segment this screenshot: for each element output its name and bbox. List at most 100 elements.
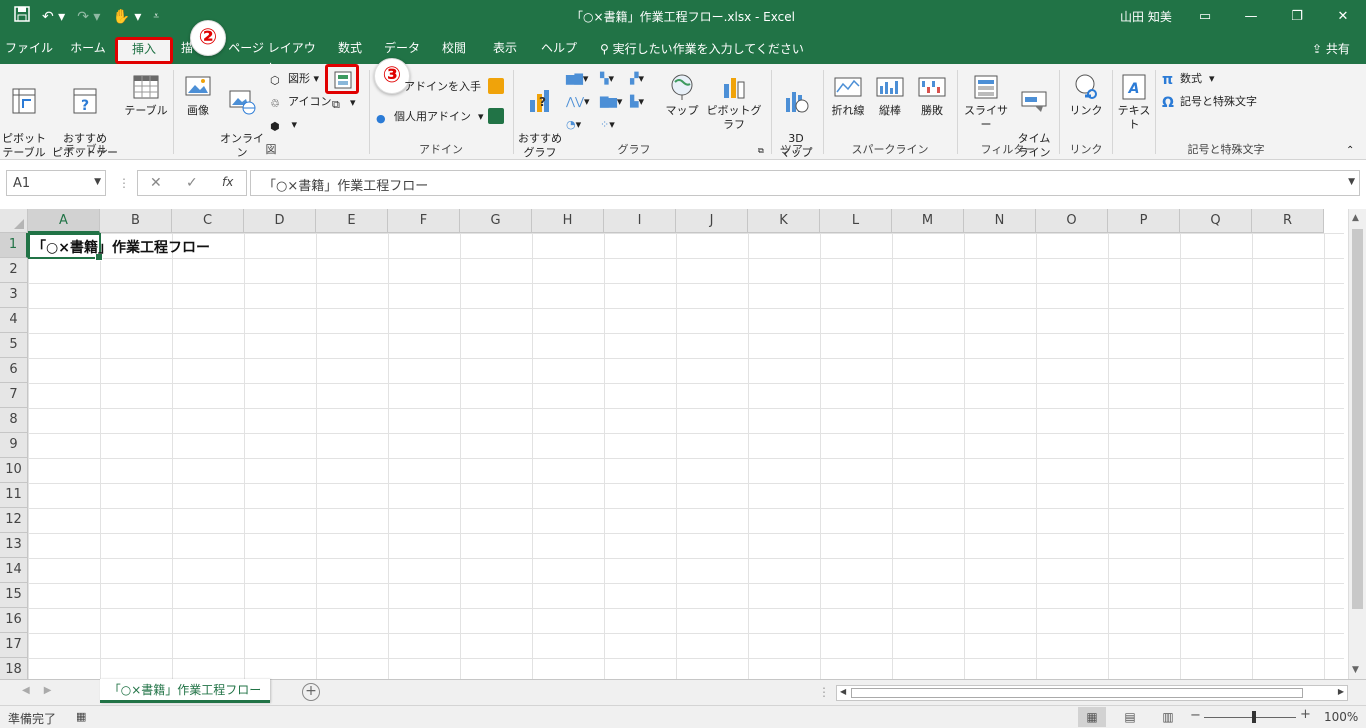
chevron-down-icon[interactable]: ▼ (94, 177, 101, 187)
column-header[interactable]: H (532, 209, 604, 233)
cancel-icon[interactable]: ✕ (150, 175, 162, 191)
name-box[interactable]: A1 ▼ (6, 170, 106, 196)
tab-home[interactable]: ホーム (64, 38, 112, 62)
my-addins-button[interactable]: ● 個人用アドイン ▾ (376, 108, 484, 126)
get-addins-button[interactable]: アドインを入手 (404, 78, 481, 96)
minimize-icon[interactable]: — (1228, 0, 1274, 32)
scatter-chart-button[interactable]: ⁘▾ (600, 116, 615, 134)
tab-file[interactable]: ファイル (4, 38, 54, 62)
close-icon[interactable]: ✕ (1320, 0, 1366, 32)
waterfall-chart-button[interactable]: ▞▾ (630, 70, 644, 88)
icons-button[interactable]: ♲ アイコン (270, 93, 331, 111)
smartart-button[interactable] (325, 64, 359, 94)
symbol-button[interactable]: Ω 記号と特殊文字 (1162, 93, 1257, 111)
sheet-tab-active[interactable]: 「○×書籍」作業工程フロー (100, 679, 270, 703)
tab-page-layout[interactable]: ページ レイアウト (228, 38, 316, 75)
row-header[interactable]: 2 (0, 258, 28, 283)
page-layout-view-icon[interactable]: ▤ (1116, 707, 1144, 727)
row-header[interactable]: 14 (0, 558, 28, 583)
column-header[interactable]: D (244, 209, 316, 233)
shapes-button[interactable]: ⬡ 図形 ▾ (270, 70, 319, 88)
scroll-down-icon[interactable]: ▼ (1352, 665, 1359, 675)
row-header[interactable]: 10 (0, 458, 28, 483)
tab-insert[interactable]: 挿入 (115, 37, 173, 64)
people-graph-icon[interactable] (488, 108, 504, 124)
statistic-chart-button[interactable]: ▇▆▾ (600, 93, 622, 111)
user-name[interactable]: 山田 知美 (1120, 8, 1172, 25)
3d-models-button[interactable]: ⬢ ▾ (270, 116, 297, 134)
column-header[interactable]: I (604, 209, 676, 233)
scroll-right-icon[interactable]: ▶ (1338, 687, 1344, 696)
normal-view-icon[interactable]: ▦ (1078, 707, 1106, 727)
row-header[interactable]: 6 (0, 358, 28, 383)
cell-area[interactable] (28, 233, 1344, 679)
row-header[interactable]: 15 (0, 583, 28, 608)
picture-button[interactable]: 画像 (178, 72, 218, 118)
ribbon-display-options-icon[interactable]: ▭ (1182, 0, 1228, 32)
row-header[interactable]: 8 (0, 408, 28, 433)
online-picture-button[interactable]: オンライン 画像 (218, 72, 266, 174)
pie-chart-button[interactable]: ◔▾ (566, 116, 581, 134)
column-header[interactable]: K (748, 209, 820, 233)
macro-record-icon[interactable]: ▦ (76, 710, 86, 723)
line-chart-button[interactable]: ⋀⋁▾ (566, 93, 590, 111)
insert-function-button[interactable]: fx (222, 175, 233, 189)
row-header[interactable]: 5 (0, 333, 28, 358)
row-header[interactable]: 7 (0, 383, 28, 408)
zoom-slider[interactable]: − + (1190, 707, 1311, 724)
enter-icon[interactable]: ✓ (186, 175, 198, 191)
formula-input[interactable]: 「○×書籍」作業工程フロー ▼ (250, 170, 1360, 196)
column-header[interactable]: G (460, 209, 532, 233)
tell-me-box[interactable]: ⚲ 実行したい作業を入力してください (600, 40, 804, 57)
column-header[interactable]: N (964, 209, 1036, 233)
formula-bar-resize-icon[interactable]: ⋮ (118, 176, 130, 190)
column-header[interactable]: M (892, 209, 964, 233)
sparkline-column-button[interactable]: 縦棒 (870, 72, 910, 118)
column-header[interactable]: O (1036, 209, 1108, 233)
column-header[interactable]: R (1252, 209, 1324, 233)
slicer-button[interactable]: スライサー (960, 72, 1012, 132)
tab-formulas[interactable]: 数式 (330, 38, 370, 62)
scroll-left-icon[interactable]: ◀ (840, 687, 846, 696)
select-all-button[interactable] (0, 209, 28, 233)
column-header[interactable]: B (100, 209, 172, 233)
row-header[interactable]: 18 (0, 658, 28, 679)
zoom-level[interactable]: 100% (1324, 710, 1358, 724)
column-header[interactable]: P (1108, 209, 1180, 233)
scroll-up-icon[interactable]: ▲ (1352, 213, 1359, 223)
share-button[interactable]: ⇪ 共有 (1312, 40, 1350, 57)
column-header[interactable]: J (676, 209, 748, 233)
restore-icon[interactable]: ❐ (1274, 0, 1320, 32)
tab-view[interactable]: 表示 (484, 38, 526, 62)
equation-button[interactable]: π 数式 ▾ (1162, 70, 1215, 88)
tab-help[interactable]: ヘルプ (536, 38, 582, 62)
maps-button[interactable]: マップ (664, 72, 700, 118)
page-break-view-icon[interactable]: ▥ (1154, 707, 1182, 727)
row-header[interactable]: 12 (0, 508, 28, 533)
text-button[interactable]: A テキスト (1114, 72, 1154, 132)
zoom-in-icon[interactable]: + (1300, 707, 1311, 722)
collapse-ribbon-icon[interactable]: ⌃ (1346, 142, 1354, 160)
expand-formula-bar-icon[interactable]: ▼ (1348, 177, 1355, 187)
combo-chart-button[interactable]: ▙▾ (630, 93, 644, 111)
column-header[interactable]: Q (1180, 209, 1252, 233)
column-header[interactable]: L (820, 209, 892, 233)
add-sheet-icon[interactable]: + (302, 683, 320, 701)
vertical-scrollbar[interactable]: ▲ ▼ (1348, 209, 1366, 679)
column-chart-button[interactable]: ▆▇▾ (566, 70, 588, 88)
chart-dialog-launcher-icon[interactable]: ⧉ (758, 142, 764, 160)
link-button[interactable]: リンク (1064, 72, 1108, 118)
recommended-pivot-button[interactable]: ? おすすめ ピボットテーブル (48, 72, 122, 174)
row-header[interactable]: 11 (0, 483, 28, 508)
column-header[interactable]: A (28, 209, 100, 233)
pivot-chart-button[interactable]: ピボットグラフ (702, 72, 766, 132)
tab-review[interactable]: 校閲 (434, 38, 474, 62)
zoom-out-icon[interactable]: − (1190, 708, 1201, 723)
horizontal-scrollbar[interactable]: ◀ ▶ (836, 685, 1348, 701)
row-header[interactable]: 9 (0, 433, 28, 458)
table-button[interactable]: テーブル (124, 72, 168, 118)
bing-maps-icon[interactable] (488, 78, 504, 94)
row-header[interactable]: 1 (0, 233, 28, 258)
tab-split-handle-icon[interactable]: ⋮ (818, 685, 830, 699)
zoom-knob[interactable] (1252, 711, 1256, 723)
